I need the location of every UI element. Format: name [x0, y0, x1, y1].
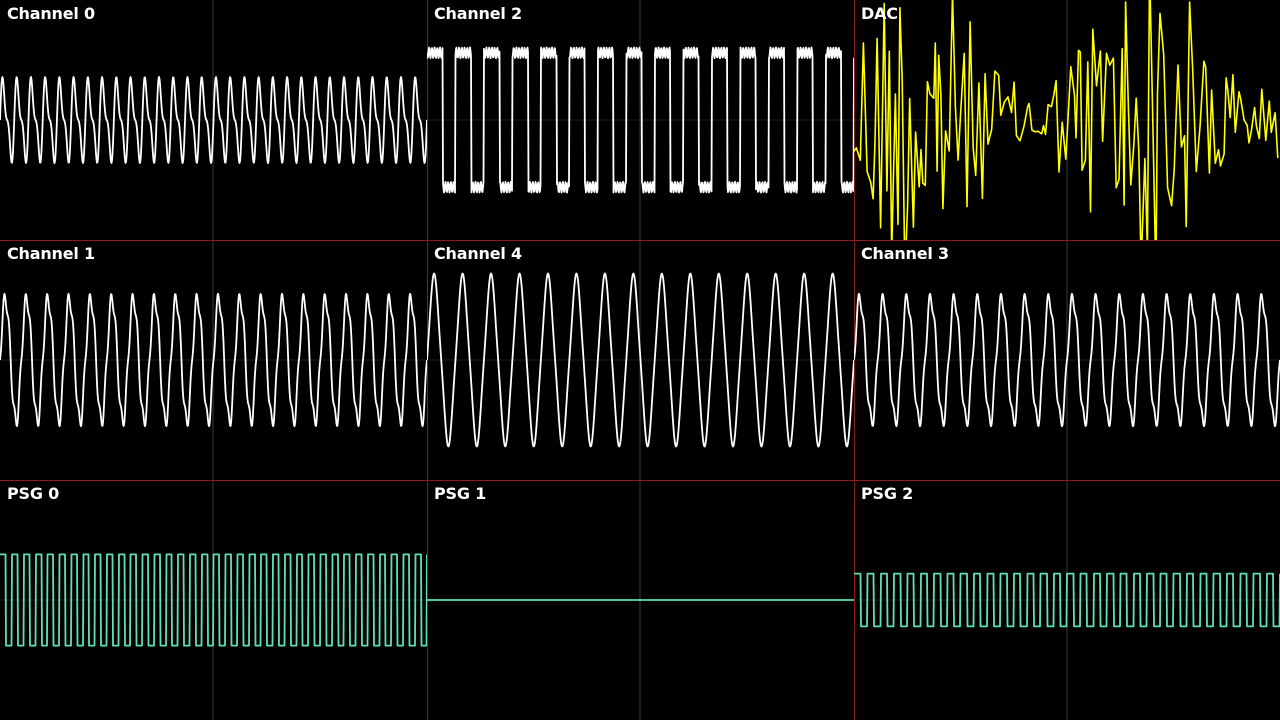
- waveform-svg-channel-2: [427, 46, 854, 194]
- panel-label-psg-1: PSG 1: [434, 484, 487, 503]
- panel-psg-0: PSG 0: [0, 480, 427, 720]
- waveform-svg-channel-4: [427, 272, 854, 448]
- waveform-trace-channel-4: [427, 272, 854, 448]
- waveform-trace-channel-0: [0, 76, 427, 164]
- panel-label-dac: DAC: [861, 4, 898, 23]
- panel-label-channel-1: Channel 1: [7, 244, 95, 263]
- panel-label-channel-4: Channel 4: [434, 244, 522, 263]
- panel-label-psg-0: PSG 0: [7, 484, 60, 503]
- panel-label-channel-2: Channel 2: [434, 4, 522, 23]
- panel-channel-2: Channel 2: [427, 0, 854, 240]
- panel-label-psg-2: PSG 2: [861, 484, 914, 503]
- waveform-trace-psg-2: [854, 572, 1280, 628]
- waveform-trace-dac: [854, 0, 1279, 240]
- waveform-trace-channel-2: [427, 46, 854, 194]
- waveform-svg-channel-3: [854, 292, 1280, 428]
- panel-psg-1: PSG 1: [427, 480, 854, 720]
- panel-channel-0: Channel 0: [0, 0, 427, 240]
- panel-label-channel-3: Channel 3: [861, 244, 949, 263]
- waveform-trace-psg-0: [0, 553, 427, 647]
- panel-channel-3: Channel 3: [854, 240, 1280, 480]
- waveform-svg-channel-0: [0, 76, 427, 164]
- panel-psg-2: PSG 2: [854, 480, 1280, 720]
- panel-channel-1: Channel 1: [0, 240, 427, 480]
- panel-label-channel-0: Channel 0: [7, 4, 95, 23]
- waveform-svg-psg-2: [854, 572, 1280, 628]
- waveform-svg-psg-0: [0, 553, 427, 647]
- panel-dac: DAC: [854, 0, 1280, 240]
- waveform-trace-channel-1: [0, 292, 427, 428]
- waveform-svg-dac: [854, 0, 1279, 240]
- oscilloscope-view: Channel 0 Channel 2 DAC Channel 1 Channel 4 C…: [0, 0, 1280, 720]
- waveform-svg-psg-1: [427, 599, 854, 601]
- panel-channel-4: Channel 4: [427, 240, 854, 480]
- waveform-svg-channel-1: [0, 292, 427, 428]
- waveform-trace-channel-3: [854, 292, 1280, 428]
